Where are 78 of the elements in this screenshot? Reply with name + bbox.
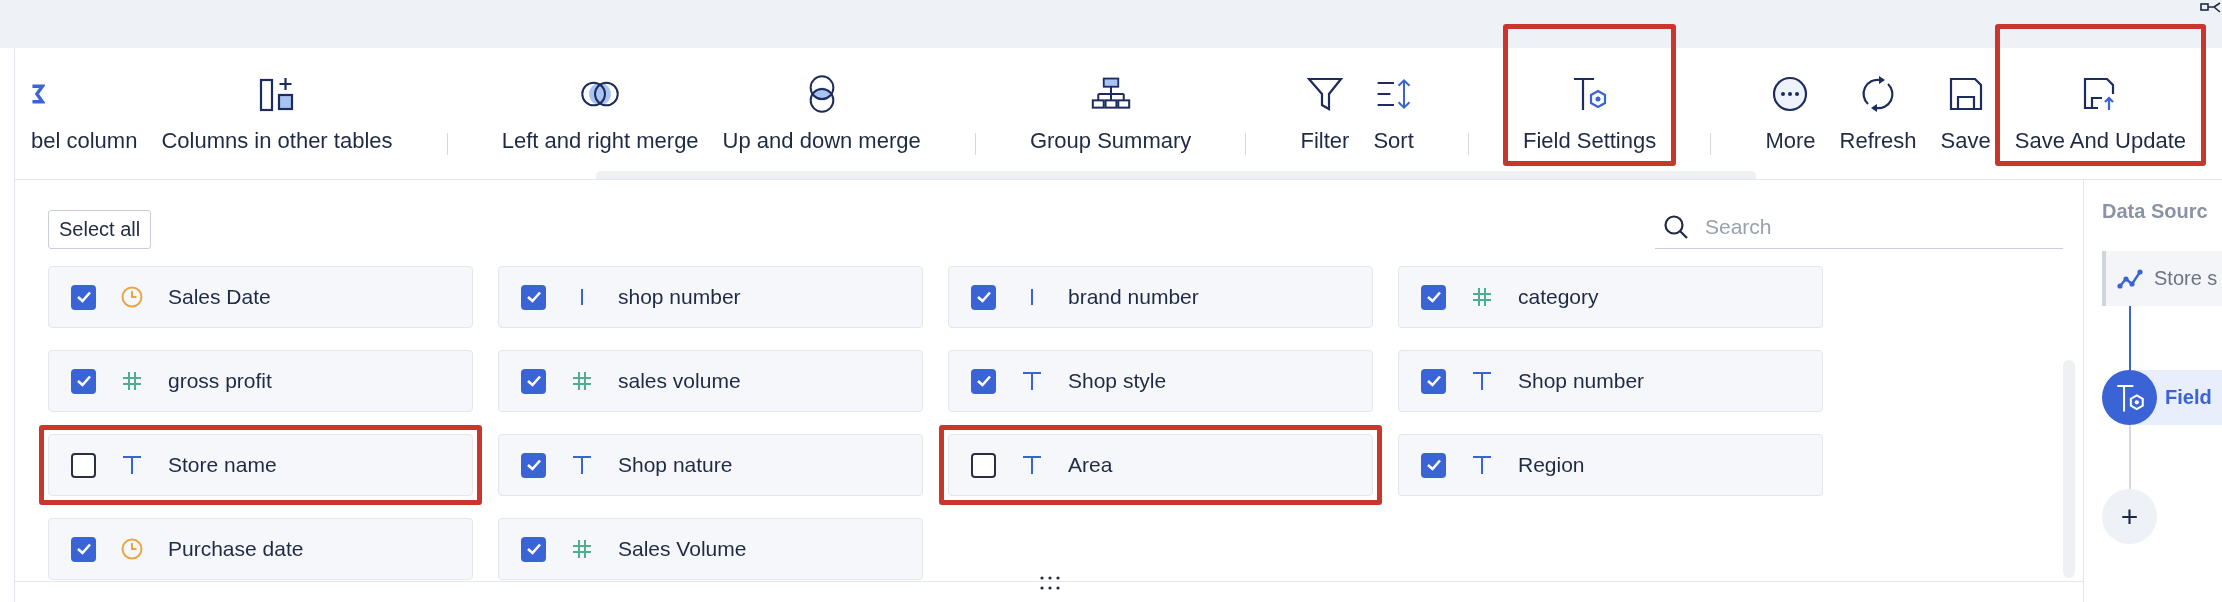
text-type-icon <box>1020 453 1044 477</box>
drag-handle-icon[interactable] <box>1039 575 1061 591</box>
toolbar-button[interactable]: bel column <box>25 73 144 154</box>
toolbar-button[interactable]: Save <box>1934 73 1997 154</box>
field-item[interactable]: Shop style <box>948 350 1373 412</box>
checkbox[interactable] <box>521 368 546 394</box>
clock-icon <box>120 285 144 309</box>
text-type-icon <box>1020 369 1044 393</box>
hash-icon <box>570 537 594 561</box>
field-label: Sales Volume <box>618 537 747 561</box>
field-item[interactable]: brand number <box>948 266 1373 328</box>
hash-icon <box>570 369 594 393</box>
scrollbar[interactable] <box>596 171 1756 179</box>
hash-icon <box>120 369 144 393</box>
sidebar-title: Data Sourc <box>2102 200 2209 223</box>
checkbox[interactable] <box>1421 452 1446 478</box>
field-label: Store name <box>168 453 277 477</box>
field-item[interactable]: Region <box>1398 434 1823 496</box>
label-column-icon <box>31 83 45 104</box>
field-item[interactable]: Shop nature <box>498 434 923 496</box>
field-label: sales volume <box>618 369 741 393</box>
line-chart-icon <box>2116 266 2144 291</box>
add-step-button[interactable]: + <box>2102 489 2157 544</box>
field-label: Shop style <box>1068 369 1167 393</box>
toolbar-button[interactable]: Save And Update <box>2008 73 2192 154</box>
text-type-icon <box>1470 369 1494 393</box>
field-label: Area <box>1068 453 1113 477</box>
field-item[interactable]: category <box>1398 266 1823 328</box>
field-label: brand number <box>1068 285 1199 309</box>
search-input[interactable]: Search <box>1703 214 2055 240</box>
clock-icon <box>120 537 144 561</box>
toolbar-button[interactable]: Group Summary <box>1023 73 1198 154</box>
checkbox[interactable] <box>521 536 546 562</box>
text-type-icon <box>1470 453 1494 477</box>
field-label: Sales Date <box>168 285 271 309</box>
checkbox[interactable] <box>1421 368 1446 394</box>
search-icon <box>1663 214 1689 240</box>
field-label: Shop nature <box>618 453 733 477</box>
data-source-step[interactable]: Store s <box>2102 251 2222 306</box>
toolbar-button[interactable]: Sort <box>1367 73 1420 154</box>
toolbar-button[interactable]: Filter <box>1294 73 1356 154</box>
field-item[interactable]: Shop number <box>1398 350 1823 412</box>
toolbar-button[interactable]: Columns in other tables <box>155 73 399 154</box>
field-item[interactable]: sales volume <box>498 350 923 412</box>
select-all-button[interactable]: Select all <box>48 210 152 249</box>
text-type-icon <box>570 453 594 477</box>
checkbox[interactable] <box>971 368 996 394</box>
field-item[interactable]: shop number <box>498 266 923 328</box>
checkbox[interactable] <box>71 368 96 394</box>
field-item[interactable]: Area <box>948 434 1373 496</box>
field-settings-step[interactable]: Field <box>2102 370 2222 425</box>
field-label: category <box>1518 285 1599 309</box>
checkbox[interactable] <box>1421 284 1446 310</box>
field-label: Shop number <box>1518 369 1645 393</box>
toolbar-button[interactable]: More <box>1759 73 1822 154</box>
field-label: gross profit <box>168 369 272 393</box>
toolbar-button[interactable]: Refresh <box>1833 73 1923 154</box>
toolbar-button[interactable]: Left and right merge <box>495 73 705 154</box>
hash-icon <box>1470 285 1494 309</box>
search-field[interactable]: Search <box>1655 210 2063 249</box>
text-type-icon <box>120 453 144 477</box>
toolbar-button[interactable]: Up and down merge <box>716 73 927 154</box>
toolbar-button[interactable]: Field Settings <box>1516 73 1663 154</box>
checkbox[interactable] <box>71 284 96 310</box>
checkbox[interactable] <box>71 536 96 562</box>
field-label: Region <box>1518 453 1585 477</box>
field-label: shop number <box>618 285 741 309</box>
checkbox[interactable] <box>971 452 996 478</box>
checkbox[interactable] <box>71 452 96 478</box>
field-item[interactable]: gross profit <box>48 350 473 412</box>
field-item[interactable]: Sales Date <box>48 266 473 328</box>
field-item[interactable]: Purchase date <box>48 518 473 580</box>
checkbox[interactable] <box>521 284 546 310</box>
field-item[interactable]: Store name <box>48 434 473 496</box>
field-item[interactable]: Sales Volume <box>498 518 923 580</box>
checkbox[interactable] <box>521 452 546 478</box>
checkbox[interactable] <box>971 284 996 310</box>
field-label: Purchase date <box>168 537 304 561</box>
